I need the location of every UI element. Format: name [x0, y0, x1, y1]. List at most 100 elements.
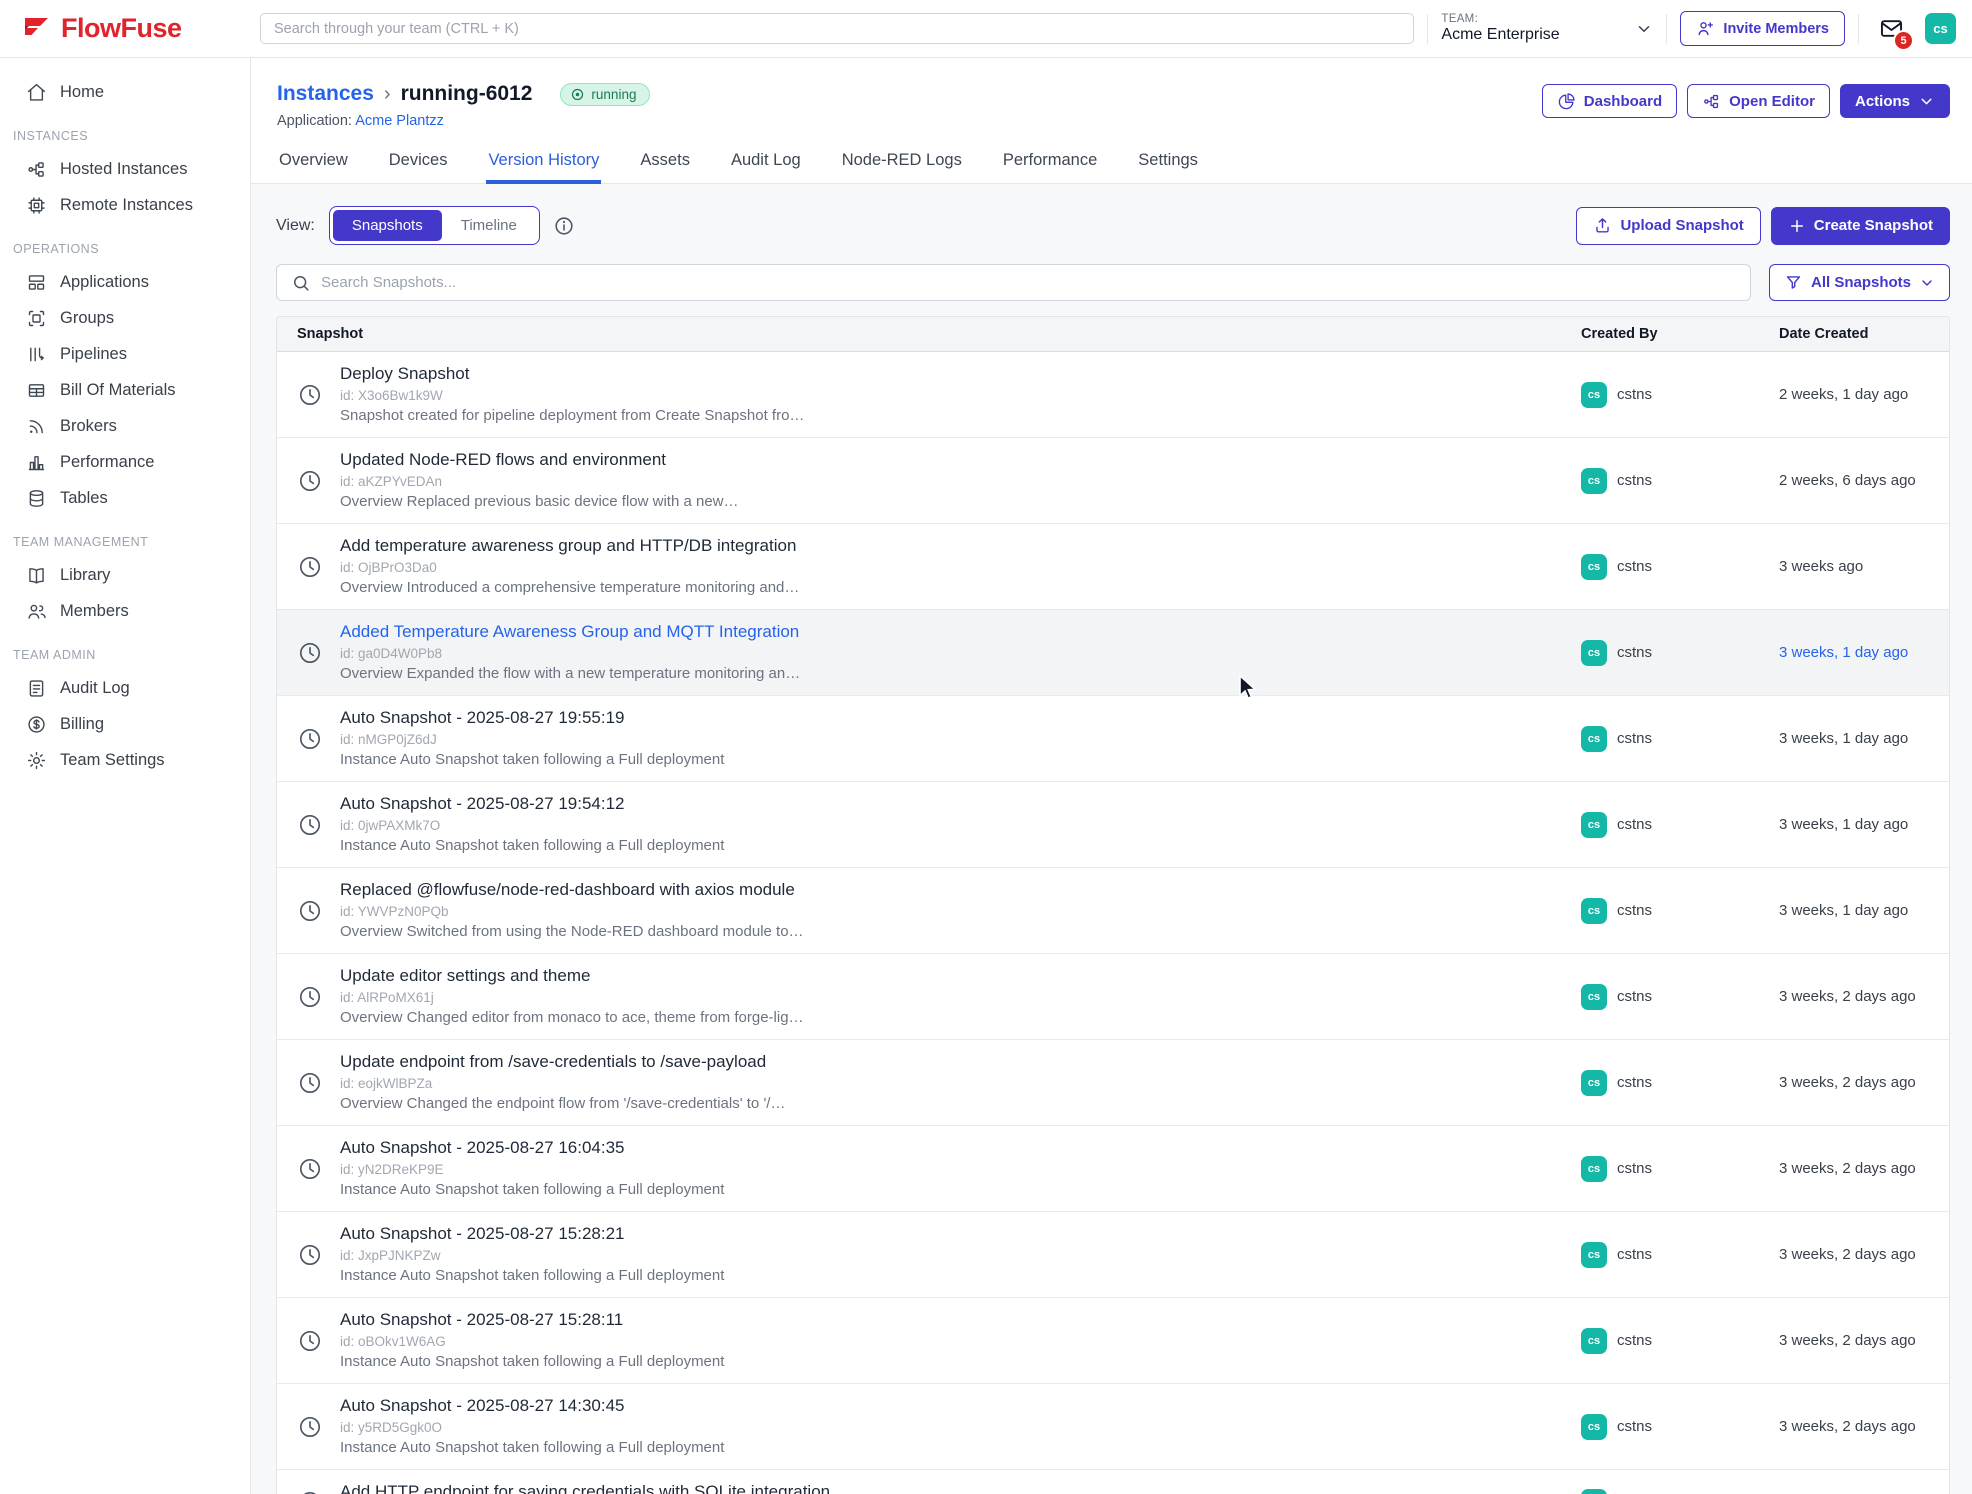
avatar: cs	[1581, 640, 1607, 666]
bill-of-materials-icon	[26, 380, 47, 401]
flowfuse-logo[interactable]: FlowFuse	[20, 13, 260, 45]
column-created-by: Created By	[1581, 326, 1779, 342]
sidebar-item-bill-of-materials[interactable]: Bill Of Materials	[0, 372, 250, 408]
table-row[interactable]: Auto Snapshot - 2025-08-27 19:55:19 id: …	[277, 696, 1949, 782]
user-avatar[interactable]: cs	[1925, 13, 1956, 44]
sidebar-item-groups[interactable]: Groups	[0, 300, 250, 336]
notifications-button[interactable]: 5	[1878, 15, 1905, 42]
dashboard-label: Dashboard	[1584, 93, 1662, 110]
snapshot-title[interactable]: Auto Snapshot - 2025-08-27 19:54:12	[340, 794, 724, 814]
open-editor-button[interactable]: Open Editor	[1687, 84, 1830, 118]
sidebar-item-remote-instances[interactable]: Remote Instances	[0, 187, 250, 223]
clock-icon	[297, 898, 323, 924]
snapshot-id: id: 0jwPAXMk7O	[340, 817, 724, 834]
created-by-name: cstns	[1617, 902, 1652, 919]
user-plus-icon	[1696, 19, 1715, 38]
avatar: cs	[1581, 898, 1607, 924]
created-by-name: cstns	[1617, 1074, 1652, 1091]
dashboard-button[interactable]: Dashboard	[1542, 84, 1677, 118]
sidebar-item-label: Tables	[60, 489, 108, 508]
tab[interactable]: Devices	[387, 144, 450, 184]
snapshot-title[interactable]: Add HTTP endpoint for saving credentials…	[340, 1482, 830, 1494]
tab[interactable]: Node-RED Logs	[840, 144, 964, 184]
breadcrumb-instances-link[interactable]: Instances	[277, 82, 374, 106]
tab[interactable]: Settings	[1136, 144, 1200, 184]
view-toggle[interactable]: Timeline	[442, 210, 536, 241]
column-date-created: Date Created	[1779, 326, 1929, 342]
table-row[interactable]: Auto Snapshot - 2025-08-27 15:28:21 id: …	[277, 1212, 1949, 1298]
audit-log-icon	[26, 678, 47, 699]
snapshot-search-input[interactable]	[321, 274, 1736, 291]
table-row[interactable]: Update editor settings and theme id: AlR…	[277, 954, 1949, 1040]
tab[interactable]: Audit Log	[729, 144, 803, 184]
sidebar-item-audit-log[interactable]: Audit Log	[0, 670, 250, 706]
table-row[interactable]: Replaced @flowfuse/node-red-dashboard wi…	[277, 868, 1949, 954]
sidebar-item-home[interactable]: Home	[0, 74, 250, 110]
table-row[interactable]: Added Temperature Awareness Group and MQ…	[277, 610, 1949, 696]
chevron-down-icon	[1635, 20, 1653, 38]
snapshot-title[interactable]: Auto Snapshot - 2025-08-27 19:55:19	[340, 708, 724, 728]
snapshot-id: id: X3o6Bw1k9W	[340, 387, 804, 404]
snapshot-title[interactable]: Auto Snapshot - 2025-08-27 15:28:21	[340, 1224, 724, 1244]
sidebar-item-billing[interactable]: Billing	[0, 706, 250, 742]
actions-button[interactable]: Actions	[1840, 84, 1950, 118]
table-row[interactable]: Auto Snapshot - 2025-08-27 15:28:11 id: …	[277, 1298, 1949, 1384]
tab[interactable]: Version History	[486, 144, 601, 184]
snapshot-id: id: yN2DReKP9E	[340, 1161, 724, 1178]
snapshot-description: Instance Auto Snapshot taken following a…	[340, 1181, 724, 1199]
sidebar-item-performance[interactable]: Performance	[0, 444, 250, 480]
sidebar-item-applications[interactable]: Applications	[0, 264, 250, 300]
all-snapshots-label: All Snapshots	[1811, 274, 1911, 291]
snapshot-title[interactable]: Update endpoint from /save-credentials t…	[340, 1052, 785, 1072]
upload-snapshot-button[interactable]: Upload Snapshot	[1576, 207, 1760, 245]
sidebar-item-library[interactable]: Library	[0, 557, 250, 593]
global-search-input[interactable]	[260, 13, 1414, 44]
application-link[interactable]: Acme Plantzz	[355, 113, 444, 129]
snapshot-title[interactable]: Added Temperature Awareness Group and MQ…	[340, 622, 800, 642]
table-row[interactable]: Auto Snapshot - 2025-08-27 16:04:35 id: …	[277, 1126, 1949, 1212]
tab[interactable]: Performance	[1001, 144, 1099, 184]
sidebar-item-tables[interactable]: Tables	[0, 480, 250, 516]
plus-icon	[1788, 217, 1806, 235]
snapshot-title[interactable]: Updated Node-RED flows and environment	[340, 450, 739, 470]
table-row[interactable]: Update endpoint from /save-credentials t…	[277, 1040, 1949, 1126]
create-snapshot-button[interactable]: Create Snapshot	[1771, 207, 1950, 245]
snapshot-title[interactable]: Auto Snapshot - 2025-08-27 16:04:35	[340, 1138, 724, 1158]
snapshot-id: id: oBOkv1W6AG	[340, 1333, 724, 1350]
table-row[interactable]: Add HTTP endpoint for saving credentials…	[277, 1470, 1949, 1494]
sidebar-item-label: Billing	[60, 715, 104, 734]
snapshot-title[interactable]: Deploy Snapshot	[340, 364, 804, 384]
brokers-icon	[26, 416, 47, 437]
info-icon[interactable]	[553, 215, 575, 237]
sidebar-item-pipelines[interactable]: Pipelines	[0, 336, 250, 372]
created-by-cell: cs cstns	[1581, 554, 1779, 580]
table-row[interactable]: Deploy Snapshot id: X3o6Bw1k9W Snapshot …	[277, 352, 1949, 438]
table-row[interactable]: Auto Snapshot - 2025-08-27 19:54:12 id: …	[277, 782, 1949, 868]
team-selector[interactable]: TEAM: Acme Enterprise	[1441, 13, 1653, 44]
view-toggle-group: Snapshots Timeline	[329, 206, 540, 245]
sidebar-section-label: TEAM ADMIN	[13, 648, 250, 662]
invite-members-button[interactable]: Invite Members	[1680, 11, 1845, 46]
tab[interactable]: Assets	[638, 144, 692, 184]
sidebar-item-hosted-instances[interactable]: Hosted Instances	[0, 151, 250, 187]
sidebar-item-brokers[interactable]: Brokers	[0, 408, 250, 444]
team-label: TEAM:	[1441, 13, 1559, 25]
table-row[interactable]: Add temperature awareness group and HTTP…	[277, 524, 1949, 610]
view-toggle[interactable]: Snapshots	[333, 210, 442, 241]
snapshot-title[interactable]: Replaced @flowfuse/node-red-dashboard wi…	[340, 880, 804, 900]
sidebar-item-team-settings[interactable]: Team Settings	[0, 742, 250, 778]
pie-chart-icon	[1557, 92, 1576, 111]
tab[interactable]: Overview	[277, 144, 350, 184]
all-snapshots-filter-button[interactable]: All Snapshots	[1769, 264, 1950, 301]
applications-icon	[26, 272, 47, 293]
sidebar-item-members[interactable]: Members	[0, 593, 250, 629]
version-history-panel: View: Snapshots Timeline Upload Snapshot	[251, 184, 1972, 1494]
table-row[interactable]: Updated Node-RED flows and environment i…	[277, 438, 1949, 524]
table-row[interactable]: Auto Snapshot - 2025-08-27 14:30:45 id: …	[277, 1384, 1949, 1470]
snapshot-title[interactable]: Auto Snapshot - 2025-08-27 15:28:11	[340, 1310, 724, 1330]
snapshot-title[interactable]: Add temperature awareness group and HTTP…	[340, 536, 799, 556]
sidebar-nav: HomeINSTANCESHosted InstancesRemote Inst…	[0, 58, 251, 1494]
date-created: 3 weeks, 2 days ago	[1779, 1246, 1929, 1263]
snapshot-title[interactable]: Update editor settings and theme	[340, 966, 804, 986]
snapshot-title[interactable]: Auto Snapshot - 2025-08-27 14:30:45	[340, 1396, 724, 1416]
